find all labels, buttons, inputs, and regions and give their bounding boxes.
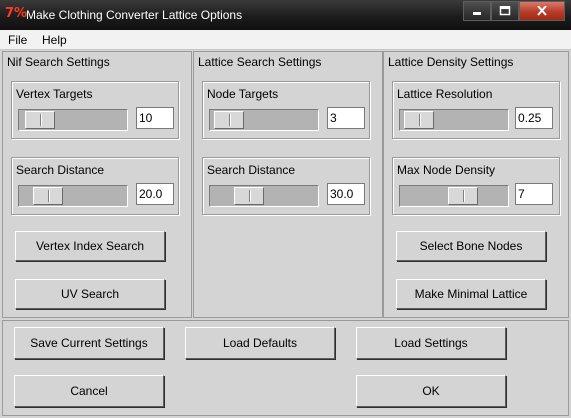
max-node-density-slider[interactable] (399, 185, 509, 207)
button-label: Cancel (70, 384, 108, 398)
make-minimal-lattice-button[interactable]: Make Minimal Lattice (396, 279, 546, 309)
nif-search-distance-input[interactable]: 20.0 (136, 183, 174, 205)
panel-title: Lattice Search Settings (198, 55, 322, 69)
button-label: Select Bone Nodes (419, 239, 523, 253)
lattice-search-distance-group: Search Distance 30.0 (202, 157, 370, 215)
menu-bar: File Help (0, 30, 571, 50)
select-bone-nodes-button[interactable]: Select Bone Nodes (396, 231, 546, 261)
lattice-resolution-input[interactable]: 0.25 (515, 107, 553, 129)
window-title: Make Clothing Converter Lattice Options (26, 8, 243, 22)
cancel-button[interactable]: Cancel (14, 375, 164, 407)
button-label: Vertex Index Search (35, 239, 145, 253)
node-targets-input[interactable]: 3 (327, 107, 365, 129)
lattice-resolution-group: Lattice Resolution 0.25 (392, 81, 560, 139)
options-window: 7% Make Clothing Converter Lattice Optio… (0, 0, 571, 418)
load-settings-button[interactable]: Load Settings (356, 327, 506, 359)
node-targets-group: Node Targets 3 (202, 81, 370, 139)
button-label: OK (422, 384, 440, 398)
lattice-resolution-label: Lattice Resolution (397, 87, 493, 101)
slider-thumb[interactable] (448, 187, 478, 205)
button-label: Make Minimal Lattice (414, 287, 528, 301)
search-distance-label: Search Distance (16, 163, 105, 177)
lattice-search-distance-slider[interactable] (209, 185, 319, 207)
window-controls (463, 1, 565, 21)
slider-thumb[interactable] (25, 111, 55, 129)
menu-help[interactable]: Help (42, 33, 67, 47)
button-label: Save Current Settings (30, 336, 148, 350)
button-label: Load Defaults (222, 336, 298, 350)
nif-search-panel: Nif Search Settings Vertex Targets 10 Se… (2, 51, 192, 318)
slider-thumb[interactable] (33, 187, 63, 205)
title-bar[interactable]: 7% Make Clothing Converter Lattice Optio… (0, 0, 571, 30)
lattice-search-distance-input[interactable]: 30.0 (327, 183, 365, 205)
vertex-targets-slider[interactable] (18, 109, 128, 131)
ok-button[interactable]: OK (356, 375, 506, 407)
load-defaults-button[interactable]: Load Defaults (185, 327, 335, 359)
maximize-button[interactable] (491, 1, 519, 21)
menu-file[interactable]: File (8, 33, 27, 47)
close-icon (537, 6, 547, 16)
lattice-resolution-slider[interactable] (399, 109, 509, 131)
max-node-density-label: Max Node Density (397, 163, 496, 177)
minimize-button[interactable] (463, 1, 491, 21)
slider-thumb[interactable] (404, 111, 434, 129)
button-label: UV Search (60, 287, 120, 301)
vertex-index-search-button[interactable]: Vertex Index Search (15, 231, 165, 261)
vertex-targets-input[interactable]: 10 (136, 107, 174, 129)
lattice-density-panel: Lattice Density Settings Lattice Resolut… (383, 51, 569, 318)
save-current-settings-button[interactable]: Save Current Settings (14, 327, 164, 359)
slider-thumb[interactable] (234, 187, 264, 205)
lattice-search-panel: Lattice Search Settings Node Targets 3 S… (193, 51, 383, 318)
close-button[interactable] (519, 1, 565, 21)
max-node-density-group: Max Node Density 7 (392, 157, 560, 215)
uv-search-button[interactable]: UV Search (15, 279, 165, 309)
app-icon: 7% (5, 6, 28, 21)
vertex-targets-group: Vertex Targets 10 (11, 81, 179, 139)
minimize-icon (473, 12, 481, 15)
node-targets-label: Node Targets (207, 87, 279, 101)
panel-title: Nif Search Settings (7, 55, 110, 69)
button-label: Load Settings (394, 336, 468, 350)
slider-thumb[interactable] (214, 111, 244, 129)
max-node-density-input[interactable]: 7 (515, 183, 553, 205)
vertex-targets-label: Vertex Targets (16, 87, 93, 101)
panel-title: Lattice Density Settings (388, 55, 514, 69)
node-targets-slider[interactable] (209, 109, 319, 131)
nif-search-distance-slider[interactable] (18, 185, 128, 207)
maximize-icon (499, 6, 511, 16)
search-distance-label: Search Distance (207, 163, 296, 177)
nif-search-distance-group: Search Distance 20.0 (11, 157, 179, 215)
